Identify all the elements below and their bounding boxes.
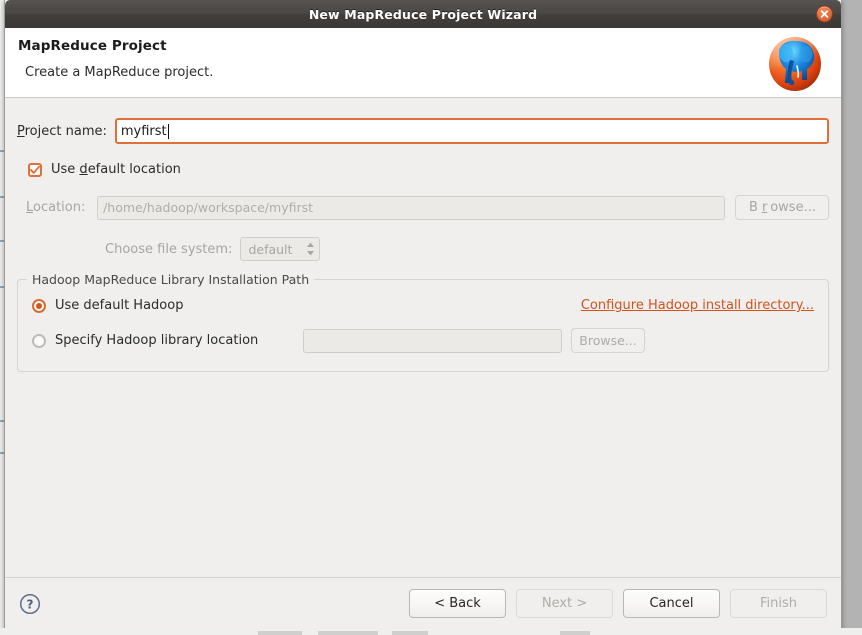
- hadoop-library-browse-button: Browse...: [571, 328, 645, 353]
- back-button[interactable]: < Back: [409, 589, 506, 618]
- window-title: New MapReduce Project Wizard: [308, 6, 538, 22]
- title-bar: New MapReduce Project Wizard: [5, 0, 841, 28]
- desktop-background: New MapReduce Project Wizard MapReduce P…: [0, 0, 862, 635]
- page-title: MapReduce Project: [18, 38, 167, 54]
- page-subtitle: Create a MapReduce project.: [25, 65, 214, 80]
- hadoop-library-group-title: Hadoop MapReduce Library Installation Pa…: [27, 272, 315, 287]
- location-value: /home/hadoop/workspace/myfirst: [103, 200, 314, 215]
- project-name-row: Project name: myfirst: [17, 118, 829, 144]
- file-system-value: default: [248, 241, 293, 257]
- location-label: Location:: [26, 200, 86, 215]
- wizard-body: Project name: myfirst Use default locati…: [5, 98, 841, 577]
- location-browse-button: Br owse...: [734, 195, 829, 220]
- file-system-select: default: [240, 237, 321, 261]
- specify-hadoop-library-radio[interactable]: [32, 333, 46, 348]
- project-name-input[interactable]: myfirst: [114, 118, 829, 144]
- hadoop-library-group: Hadoop MapReduce Library Installation Pa…: [17, 272, 829, 372]
- location-input: /home/hadoop/workspace/myfirst: [97, 195, 725, 220]
- wizard-header: MapReduce Project Create a MapReduce pro…: [5, 28, 841, 98]
- location-row: Location: /home/hadoop/workspace/myfirst…: [17, 195, 829, 220]
- wizard-dialog: New MapReduce Project Wizard MapReduce P…: [4, 0, 842, 630]
- use-default-location-row: Use default location: [17, 162, 829, 177]
- wizard-footer: ? < Back Next > Cancel Finish: [5, 577, 841, 629]
- project-name-label: Project name:: [17, 123, 107, 139]
- svg-text:?: ?: [27, 597, 34, 611]
- file-system-row: Choose file system: default: [17, 237, 829, 261]
- use-default-location-label: Use default location: [51, 162, 181, 177]
- specify-hadoop-library-label: Specify Hadoop library location: [55, 333, 259, 348]
- background-window-bottom-edge: [0, 628, 862, 635]
- configure-hadoop-install-directory-link[interactable]: Configure Hadoop install directory...: [581, 298, 814, 313]
- use-default-hadoop-row: Use default Hadoop Configure Hadoop inst…: [32, 298, 814, 313]
- hadoop-library-path-input: [303, 328, 562, 353]
- specify-hadoop-library-row: Specify Hadoop library location Browse..…: [32, 328, 814, 353]
- use-default-hadoop-label: Use default Hadoop: [55, 298, 184, 313]
- close-icon[interactable]: [816, 5, 833, 23]
- use-default-location-checkbox[interactable]: [28, 162, 42, 177]
- next-button: Next >: [516, 589, 613, 618]
- hadoop-elephant-logo: [761, 30, 829, 96]
- finish-button: Finish: [730, 589, 827, 618]
- spinner-arrows-icon: [306, 242, 315, 256]
- project-name-value: myfirst: [120, 123, 167, 139]
- file-system-label: Choose file system:: [105, 241, 233, 257]
- text-caret: [167, 123, 169, 139]
- cancel-button[interactable]: Cancel: [623, 589, 720, 618]
- help-icon[interactable]: ?: [19, 593, 41, 615]
- use-default-hadoop-radio[interactable]: [32, 298, 46, 313]
